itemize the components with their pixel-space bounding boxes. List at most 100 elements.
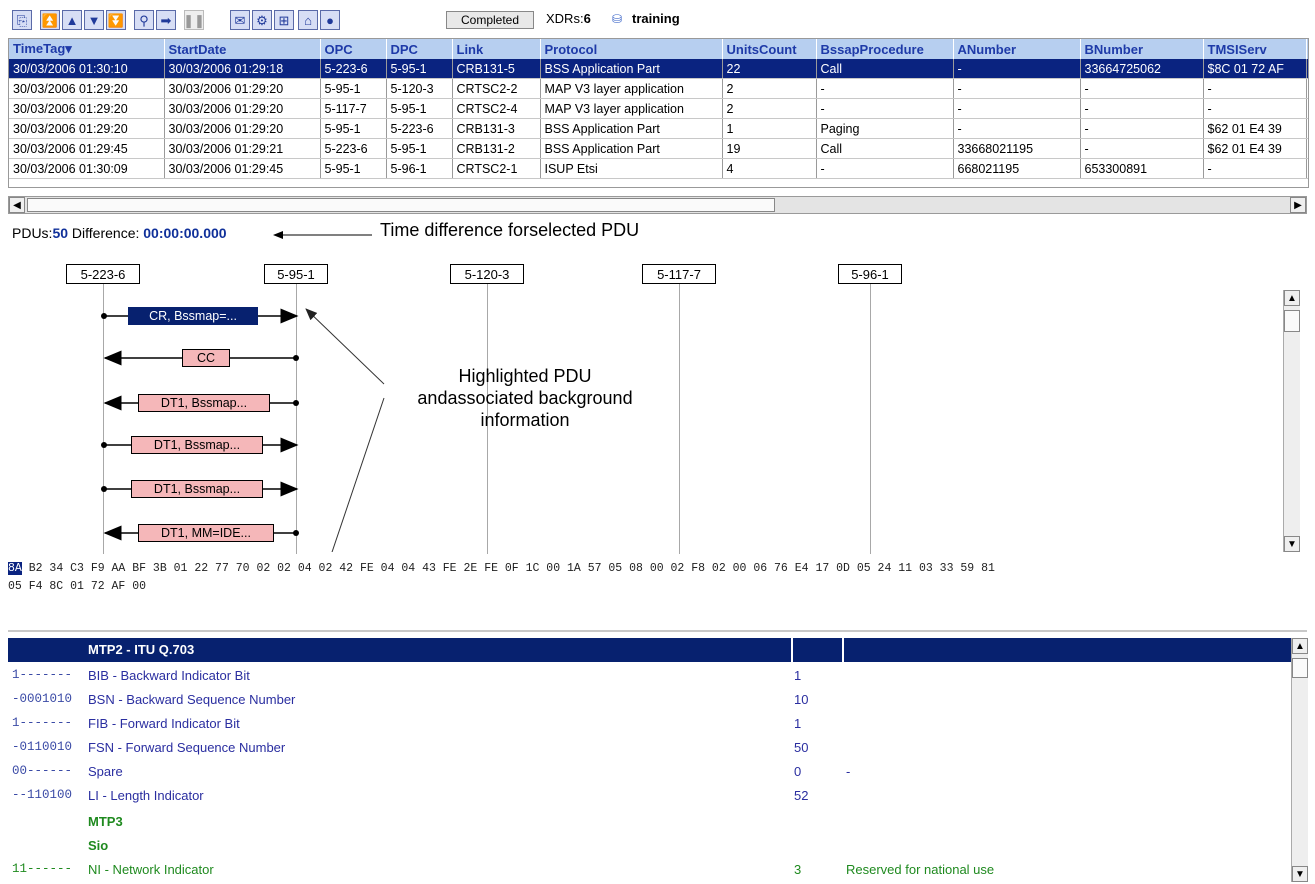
table-row[interactable]: 30/03/2006 01:29:45 30/03/2006 01:29:21 5-… xyxy=(9,138,1308,159)
column-header[interactable]: DPC xyxy=(386,39,453,59)
table-cell: 30/03/2006 01:29:45 xyxy=(9,138,165,159)
column-header[interactable]: TimeTag▾ xyxy=(9,39,165,59)
decode-header[interactable]: MTP2 - ITU Q.703 xyxy=(8,638,1291,662)
column-header[interactable]: Link xyxy=(452,39,541,59)
hex-line-2: 05 F4 8C 01 72 AF 00 xyxy=(8,580,147,593)
training-icon: ⛁ xyxy=(612,12,623,26)
difference-value: 00:00:00.000 xyxy=(143,225,227,241)
scroll-right-icon[interactable]: ▶ xyxy=(1290,197,1306,213)
table-cell: - xyxy=(816,78,954,99)
table-cell: 5-117-7 xyxy=(320,98,387,119)
table-cell: 5-223-6 xyxy=(320,138,387,159)
table-row[interactable]: 30/03/2006 01:29:20 30/03/2006 01:29:20 5-… xyxy=(9,118,1308,139)
table-row[interactable]: 30/03/2006 01:30:09 30/03/2006 01:29:45 5-… xyxy=(9,158,1308,179)
table-cell: ISUP Etsi xyxy=(540,158,723,179)
scroll-left-icon[interactable]: ◀ xyxy=(9,197,25,213)
scroll-up-icon[interactable]: ▲ xyxy=(1284,290,1300,306)
scroll-thumb[interactable] xyxy=(1292,658,1308,678)
decode-description: - xyxy=(846,764,851,779)
decode-row-ni[interactable]: 11------ NI - Network Indicator 3 Reserv… xyxy=(8,858,1291,882)
scroll-thumb[interactable] xyxy=(27,198,775,212)
table-cell: - xyxy=(816,158,954,179)
table-cell: - xyxy=(1203,158,1307,179)
column-header[interactable]: OPC xyxy=(320,39,387,59)
message-dt1[interactable]: DT1, Bssmap... xyxy=(131,480,263,498)
column-header[interactable]: TMSIServ xyxy=(1203,39,1307,59)
message-cc[interactable]: CC xyxy=(182,349,230,367)
table-cell: CRTSC2-1 xyxy=(452,158,541,179)
table-cell: 30/03/2006 01:30:09 xyxy=(9,158,165,179)
decode-row[interactable]: 1------- BIB - Backward Indicator Bit 1 xyxy=(8,664,1291,688)
decode-label: LI - Length Indicator xyxy=(88,788,204,803)
message-dt1[interactable]: DT1, Bssmap... xyxy=(138,394,270,412)
table-cell: CRB131-3 xyxy=(452,118,541,139)
ladder-vertical-scrollbar[interactable]: ▲ ▼ xyxy=(1283,290,1300,552)
message-dt1[interactable]: DT1, Bssmap... xyxy=(131,436,263,454)
column-header[interactable]: BssapProcedure xyxy=(816,39,954,59)
table-cell: 33664725062 xyxy=(1080,59,1204,79)
decode-row[interactable]: -0110010 FSN - Forward Sequence Number 50 xyxy=(8,736,1291,760)
scroll-up-icon[interactable]: ▲ xyxy=(1292,638,1308,654)
decode-value: 1 xyxy=(794,716,802,731)
tag-icon[interactable]: ⌂ xyxy=(298,10,318,30)
table-cell: 30/03/2006 01:29:18 xyxy=(164,59,321,79)
table-row[interactable]: 30/03/2006 01:29:20 30/03/2006 01:29:20 5-… xyxy=(9,98,1308,119)
column-header[interactable]: StartDate xyxy=(164,39,321,59)
decode-vertical-scrollbar[interactable]: ▲ ▼ xyxy=(1291,638,1308,882)
pdus-label: PDUs: xyxy=(12,225,53,241)
xdrs-value: 6 xyxy=(583,11,591,26)
hex-dump[interactable]: 8A B2 34 C3 F9 AA BF 3B 01 22 77 70 02 0… xyxy=(8,560,1303,596)
column-header[interactable]: ANumber xyxy=(953,39,1081,59)
table-cell: 30/03/2006 01:29:20 xyxy=(9,118,165,139)
table-row[interactable]: 30/03/2006 01:29:20 30/03/2006 01:29:20 5-… xyxy=(9,78,1308,99)
layout-icon[interactable]: ⊞ xyxy=(274,10,294,30)
horizontal-scrollbar[interactable]: ◀ ▶ xyxy=(8,196,1307,214)
table-cell: 2 xyxy=(722,78,817,99)
divider[interactable] xyxy=(8,630,1307,632)
decode-tree: MTP2 - ITU Q.703 1------- BIB - Backward … xyxy=(8,638,1291,882)
message-cr[interactable]: CR, Bssmap=... xyxy=(128,307,258,325)
column-header[interactable]: UnitsCount xyxy=(722,39,817,59)
ladder-diagram: 5-223-6 5-95-1 5-120-3 5-117-7 5-96-1 CR… xyxy=(8,252,1307,554)
decode-row[interactable]: -0001010 BSN - Backward Sequence Number 10 xyxy=(8,688,1291,712)
table-cell: BSS Application Part xyxy=(540,138,723,159)
next-icon[interactable]: ▼ xyxy=(84,10,104,30)
pause-icon[interactable]: ❚❚ xyxy=(183,10,205,30)
scroll-down-icon[interactable]: ▼ xyxy=(1284,536,1300,552)
table-cell: CRB131-2 xyxy=(452,138,541,159)
column-header[interactable]: BNumber xyxy=(1080,39,1204,59)
settings-icon[interactable]: ⚙ xyxy=(252,10,272,30)
decode-bits: 1------- xyxy=(12,668,73,682)
search-icon[interactable]: ⚲ xyxy=(134,10,154,30)
decode-group-sio[interactable]: Sio xyxy=(8,834,1291,858)
decode-row[interactable]: --110100 LI - Length Indicator 52 xyxy=(8,784,1291,808)
table-row[interactable]: 30/03/2006 01:30:10 30/03/2006 01:29:18 5-… xyxy=(9,59,1308,79)
first-icon[interactable]: ⏫ xyxy=(40,10,60,30)
decode-bits: -0001010 xyxy=(12,692,73,706)
previous-icon[interactable]: ▲ xyxy=(62,10,82,30)
decode-group-mtp3[interactable]: MTP3 xyxy=(8,810,1291,834)
export-icon[interactable]: ⎘ xyxy=(12,10,32,30)
time-difference-annotation: Time difference forselected PDU xyxy=(380,220,640,240)
forward-icon[interactable]: ➡ xyxy=(156,10,176,30)
table-cell: 30/03/2006 01:29:20 xyxy=(164,98,321,119)
column-header[interactable]: IM xyxy=(1306,39,1308,59)
table-cell: - xyxy=(1306,78,1308,99)
table-cell: 4 xyxy=(722,158,817,179)
last-icon[interactable]: ⏬ xyxy=(106,10,126,30)
mail-icon[interactable]: ✉ xyxy=(230,10,250,30)
decode-label: FSN - Forward Sequence Number xyxy=(88,740,286,755)
pdus-count: 50 xyxy=(52,225,69,241)
training-label: training xyxy=(632,11,680,26)
scroll-down-icon[interactable]: ▼ xyxy=(1292,866,1308,882)
decode-bits: 11------ xyxy=(12,862,73,876)
column-header[interactable]: Protocol xyxy=(540,39,723,59)
decode-value: 10 xyxy=(794,692,809,707)
decode-row[interactable]: 1------- FIB - Forward Indicator Bit 1 xyxy=(8,712,1291,736)
table-cell: CRB131-5 xyxy=(452,59,541,79)
decode-row[interactable]: 00------ Spare 0 - xyxy=(8,760,1291,784)
hex-selected-byte: 8A xyxy=(8,562,22,575)
message-dt1-mm[interactable]: DT1, MM=IDE... xyxy=(138,524,274,542)
filter-icon[interactable]: ● xyxy=(320,10,340,30)
scroll-thumb[interactable] xyxy=(1284,310,1300,332)
